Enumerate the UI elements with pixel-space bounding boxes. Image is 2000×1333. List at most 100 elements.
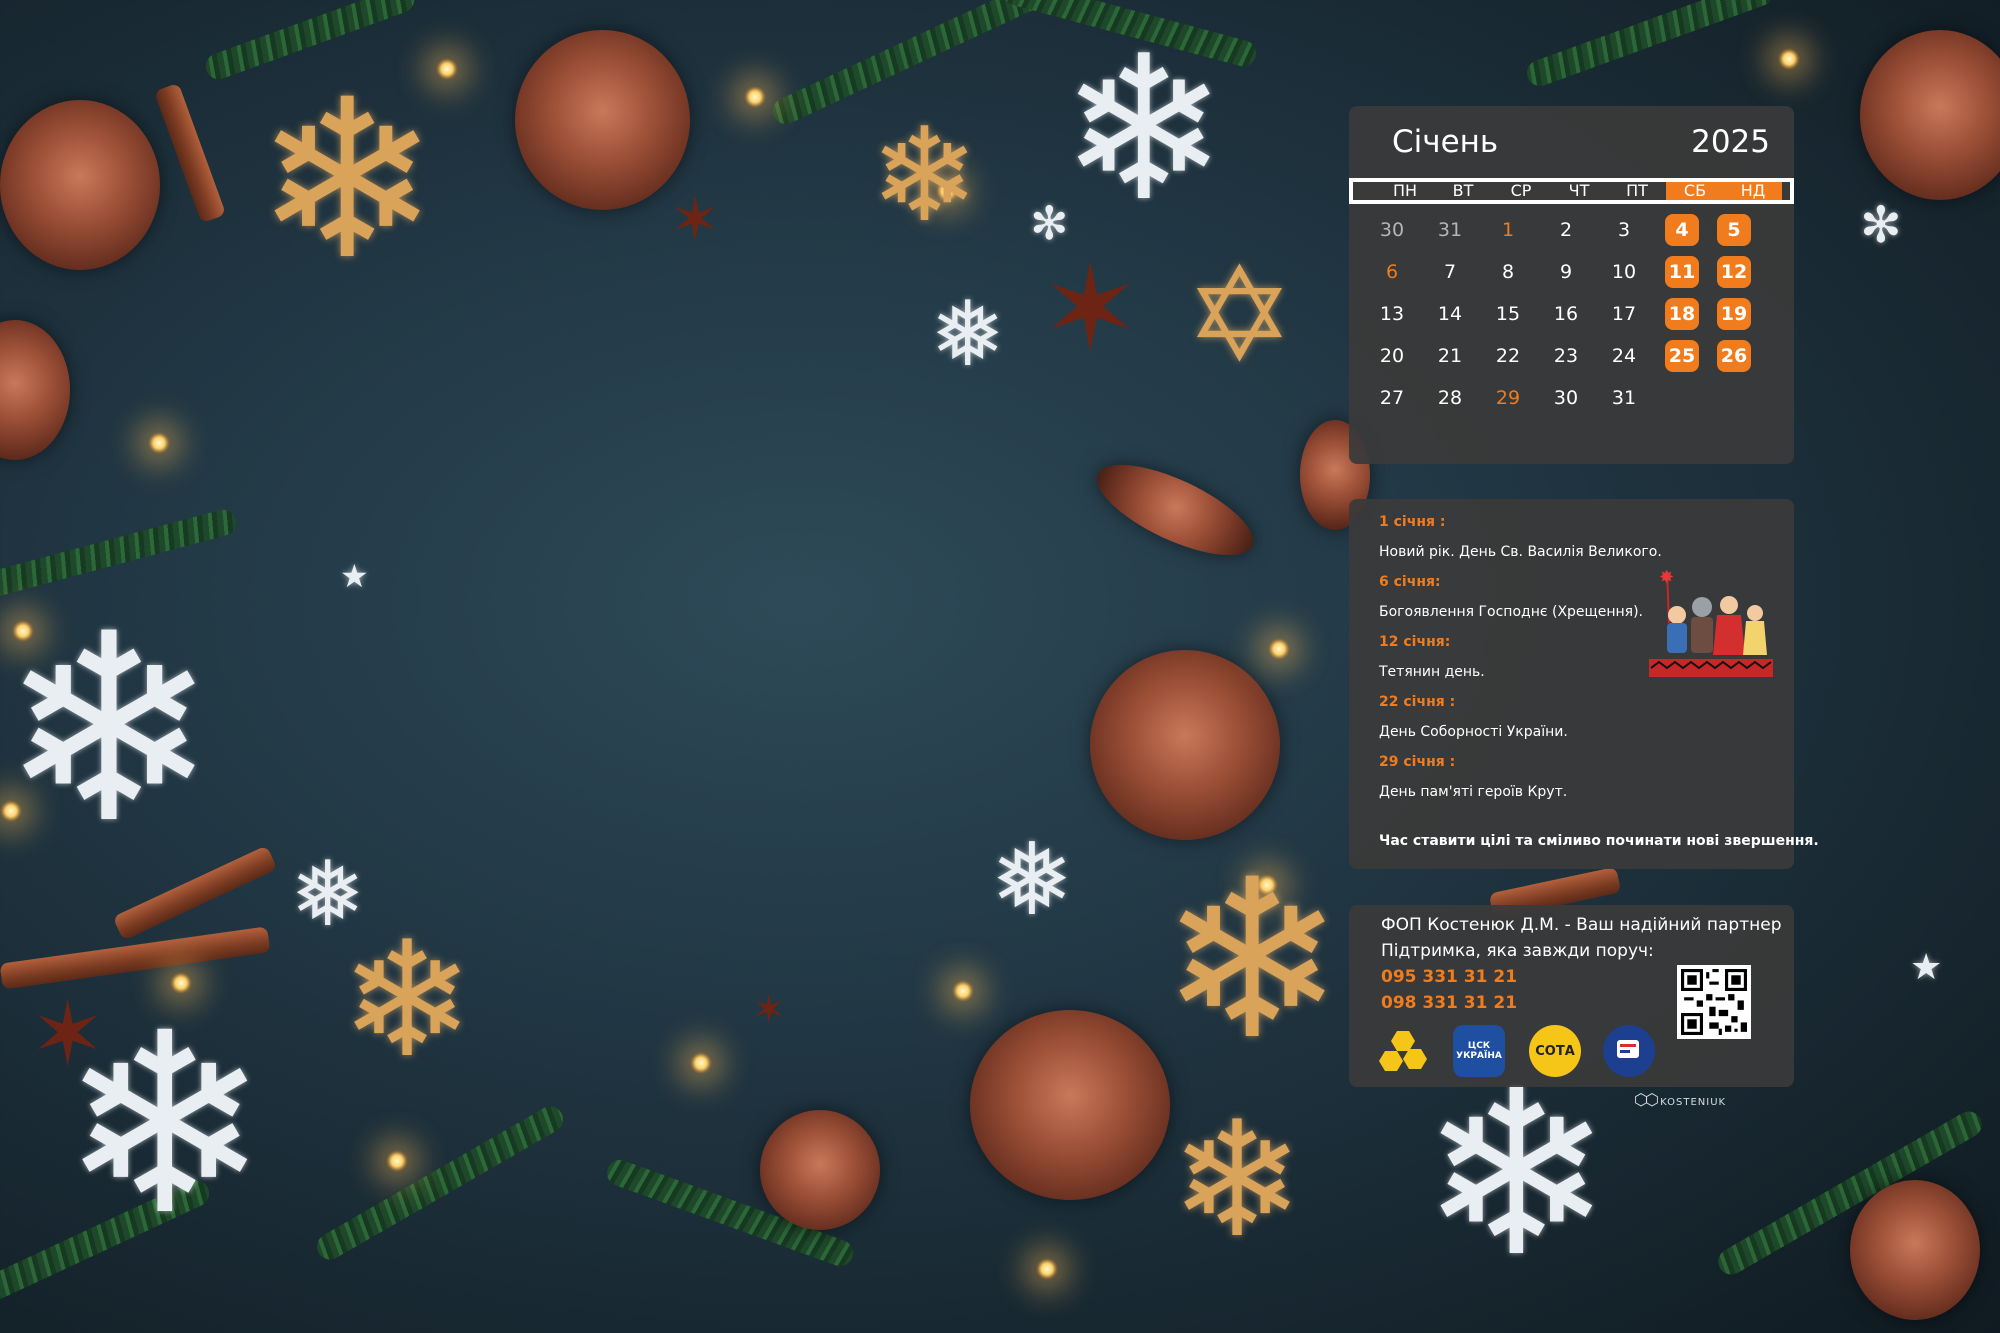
qr-code-icon: [1681, 969, 1747, 1035]
calendar-day[interactable]: 18: [1665, 298, 1699, 330]
fairy-light: [148, 432, 170, 454]
calendar-panel: Січень 2025 ПН ВТ СР ЧТ ПТ СБ НД 30 31 1 2 3 4 5 6 7 8 9…: [1349, 106, 1794, 464]
calendar-day[interactable]: 21: [1433, 340, 1467, 372]
holiday-list: 1 січня : Новий рік. День Св. Василія Ве…: [1379, 507, 1679, 807]
pine-cone: [1085, 446, 1265, 574]
snowflake-icon: ❄: [1060, 13, 1228, 246]
pine-cone: [760, 1110, 880, 1230]
calendar-day[interactable]: 9: [1549, 256, 1583, 288]
calendar-day[interactable]: 3: [1607, 214, 1641, 246]
calendar-day[interactable]: 14: [1433, 298, 1467, 330]
calendar-day[interactable]: 24: [1607, 340, 1641, 372]
calendar-day[interactable]: 31: [1433, 214, 1467, 246]
calendar-day[interactable]: 13: [1375, 298, 1409, 330]
calendar-day[interactable]: 20: [1375, 340, 1409, 372]
calendar-day[interactable]: 1: [1491, 214, 1525, 246]
weekday-label: ПТ: [1626, 181, 1648, 200]
calendar-day[interactable]: 23: [1549, 340, 1583, 372]
calendar-day[interactable]: 17: [1607, 298, 1641, 330]
fairy-light: [1268, 638, 1290, 660]
pine-cone: [970, 1010, 1170, 1200]
holiday-name: День пам'яті героїв Крут.: [1379, 784, 1568, 800]
snowflake-icon: ❅: [930, 282, 1006, 387]
star-anise-icon: ✶: [30, 982, 106, 1087]
holiday-date: 29 січня :: [1379, 754, 1456, 770]
fairy-light: [744, 86, 766, 108]
calendar-day[interactable]: 27: [1375, 382, 1409, 414]
calendar-day[interactable]: 10: [1607, 256, 1641, 288]
snowflake-icon: ❄: [340, 906, 475, 1093]
snowflake-icon: ❄: [255, 52, 440, 308]
holiday-name: Богоявлення Господнє (Хрещення).: [1379, 604, 1643, 620]
motto-text: Час ставити цілі та сміливо починати нов…: [1379, 833, 1819, 849]
calendar-day[interactable]: 2: [1549, 214, 1583, 246]
cinnamon-stick: [153, 82, 227, 224]
holiday-name: День Соборності України.: [1379, 724, 1568, 740]
weekday-label: СБ: [1666, 182, 1724, 200]
fairy-light: [952, 980, 974, 1002]
honeycomb-logo-icon[interactable]: [1379, 1025, 1431, 1077]
calendar-day[interactable]: 25: [1665, 340, 1699, 372]
weekday-label: СР: [1510, 181, 1532, 200]
fairy-light: [1036, 1258, 1058, 1280]
star-anise-icon: ✶: [752, 987, 786, 1033]
qr-code[interactable]: [1677, 965, 1751, 1039]
holidays-panel: 1 січня : Новий рік. День Св. Василія Ве…: [1349, 499, 1819, 869]
calendar-day[interactable]: 15: [1491, 298, 1525, 330]
fir-branch: [1523, 0, 1777, 90]
support-text: Підтримка, яка завжди поруч:: [1381, 941, 1654, 961]
carolers-illustration: ✸: [1649, 567, 1773, 677]
pine-cone: [1090, 650, 1280, 840]
calendar-day[interactable]: 11: [1665, 256, 1699, 288]
calendar-day[interactable]: 16: [1549, 298, 1583, 330]
pine-cone: [0, 320, 70, 460]
weekday-label: НД: [1724, 182, 1782, 200]
calendar-day[interactable]: 7: [1433, 256, 1467, 288]
fairy-light: [386, 1150, 408, 1172]
calendar-day[interactable]: 26: [1717, 340, 1751, 372]
sota-logo-icon[interactable]: СОТА: [1529, 1025, 1581, 1077]
phone-number[interactable]: 095 331 31 21: [1381, 967, 1517, 987]
snowflake-icon: ❄: [1160, 832, 1345, 1088]
star-anise-icon: ✶: [670, 185, 721, 255]
holiday-name: Тетянин день.: [1379, 664, 1485, 680]
pine-cone: [1860, 30, 2000, 200]
phone-number[interactable]: 098 331 31 21: [1381, 993, 1517, 1013]
calendar-day[interactable]: 31: [1607, 382, 1641, 414]
shield-logo-icon[interactable]: ЦСК УКРАЇНА: [1453, 1025, 1505, 1077]
snowflake-icon: ❄: [870, 99, 979, 251]
pine-cone: [515, 30, 690, 210]
fairy-light: [690, 1052, 712, 1074]
document-logo-icon[interactable]: [1603, 1025, 1655, 1077]
fir-branch: [312, 1101, 568, 1265]
calendar-day[interactable]: 28: [1433, 382, 1467, 414]
holiday-date: 6 січня:: [1379, 574, 1441, 590]
fairy-light: [1778, 48, 1800, 70]
calendar-day[interactable]: 5: [1717, 214, 1751, 246]
calendar-day[interactable]: 4: [1665, 214, 1699, 246]
svg-text:✸: ✸: [1659, 567, 1674, 588]
brand-text: KOSTENIUK: [1660, 1097, 1727, 1108]
weekday-label: ПН: [1392, 181, 1418, 200]
partner-text: ФОП Костенюк Д.М. - Ваш надійний партнер: [1381, 915, 1782, 935]
brand-logo: ⬡⬡ KOSTENIUK: [1634, 1090, 1726, 1109]
calendar-year: 2025: [1691, 124, 1770, 160]
calendar-day[interactable]: 8: [1491, 256, 1525, 288]
calendar-day[interactable]: 22: [1491, 340, 1525, 372]
snowflake-icon: ✡: [1185, 239, 1294, 391]
calendar-day[interactable]: 30: [1549, 382, 1583, 414]
snowflake-icon: ★: [1910, 947, 1943, 988]
pine-cone: [1850, 1180, 1980, 1320]
calendar-day[interactable]: 30: [1375, 214, 1409, 246]
holiday-date: 12 січня:: [1379, 634, 1451, 650]
honeycomb-icon: [1379, 1031, 1427, 1071]
weekday-label: ЧТ: [1568, 181, 1590, 200]
calendar-day[interactable]: 19: [1717, 298, 1751, 330]
calendar-day[interactable]: 12: [1717, 256, 1751, 288]
calendar-day[interactable]: 29: [1491, 382, 1525, 414]
hexagon-logo-icon: ⬡⬡: [1634, 1090, 1659, 1109]
holiday-date: 22 січня :: [1379, 694, 1456, 710]
calendar-day[interactable]: 6: [1375, 256, 1409, 288]
snowflake-icon: ❄: [0, 579, 218, 881]
weekday-label: ВТ: [1452, 181, 1474, 200]
